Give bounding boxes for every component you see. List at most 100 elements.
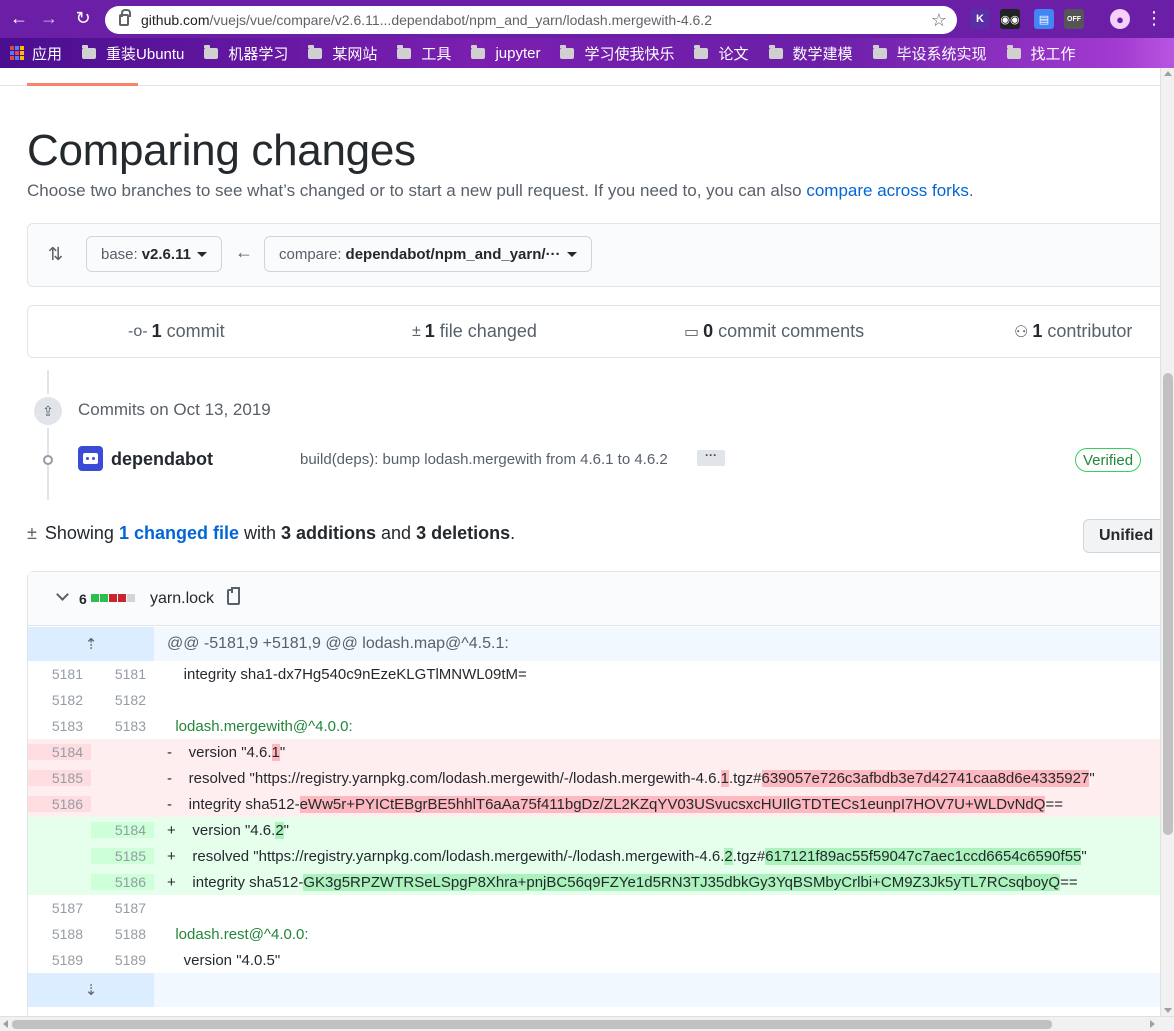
- bookmark-folder[interactable]: jupyter: [471, 43, 540, 64]
- old-line-number[interactable]: 5182: [28, 692, 91, 708]
- old-line-number[interactable]: 5184: [28, 744, 91, 760]
- code-text: version "4.6.: [175, 821, 276, 839]
- expand-up-icon[interactable]: ⇡: [28, 627, 154, 661]
- folder-icon: [308, 44, 323, 59]
- forward-icon[interactable]: →: [34, 8, 64, 29]
- scrollbar-thumb[interactable]: [1163, 373, 1173, 835]
- profile-icon[interactable]: ●: [1110, 9, 1130, 29]
- scroll-left-icon[interactable]: [3, 1020, 8, 1028]
- bookmark-folder[interactable]: 某网站: [308, 43, 377, 64]
- files-changed-tab[interactable]: ±1 file changed: [412, 321, 537, 342]
- context-line: 5188 5188 lodash.rest@^4.0.0:: [28, 921, 1160, 947]
- commit-message-link[interactable]: build(deps): bump lodash.mergewith from …: [300, 451, 668, 468]
- lock-icon: [119, 9, 131, 26]
- page-title: Comparing changes: [27, 126, 416, 175]
- contributors-tab[interactable]: ⚇ 1 contributor: [1014, 321, 1132, 342]
- old-line-number[interactable]: 5183: [28, 718, 91, 734]
- old-line-number[interactable]: 5189: [28, 952, 91, 968]
- code-text: ": [1089, 769, 1095, 787]
- commits-tab[interactable]: -o- 1 commit: [128, 321, 225, 342]
- bookmark-folder[interactable]: 重装Ubuntu: [82, 43, 184, 64]
- expand-commit-button[interactable]: ···: [697, 449, 725, 466]
- glasses-icon[interactable]: ◉◉: [1000, 9, 1020, 29]
- verified-badge[interactable]: Verified: [1075, 448, 1142, 472]
- base-branch-button[interactable]: base: v2.6.11: [86, 236, 222, 272]
- scroll-up-icon[interactable]: [1164, 71, 1172, 76]
- bookmark-folder[interactable]: 学习使我快乐: [560, 43, 674, 64]
- bookmark-folder[interactable]: 工具: [397, 43, 451, 64]
- new-line-number[interactable]: 5186: [91, 874, 154, 890]
- old-line-number[interactable]: 5181: [28, 666, 91, 682]
- new-line-number[interactable]: 5187: [91, 900, 154, 916]
- new-line-number[interactable]: 5185: [91, 848, 154, 864]
- reload-icon[interactable]: ↻: [68, 8, 98, 29]
- scrollbar-thumb[interactable]: [12, 1020, 1052, 1029]
- dependabot-avatar[interactable]: [78, 446, 103, 471]
- old-line-number[interactable]: 5185: [28, 770, 91, 786]
- horizontal-scrollbar[interactable]: [0, 1016, 1174, 1031]
- scroll-down-icon[interactable]: [1164, 1008, 1172, 1013]
- context-line: 5189 5189 version "4.0.5": [28, 947, 1160, 973]
- subtitle-text: Choose two branches to see what’s change…: [27, 181, 807, 200]
- k-icon[interactable]: K: [970, 9, 990, 29]
- diffstat-block: [118, 594, 126, 602]
- new-line-number[interactable]: 5184: [91, 822, 154, 838]
- unified-view-button[interactable]: Unified: [1083, 519, 1160, 553]
- chevron-down-icon[interactable]: [56, 588, 69, 601]
- bookmark-folder[interactable]: 机器学习: [204, 43, 288, 64]
- bookmark-folder[interactable]: 论文: [694, 43, 749, 64]
- new-line-number[interactable]: 5189: [91, 952, 154, 968]
- bookmark-folder[interactable]: 找工作: [1006, 43, 1076, 64]
- bookmarks-bar: 应用 重装Ubuntu 机器学习 某网站 工具 jupyter 学习使我快乐 论文 数学建模 毕…: [0, 38, 1174, 68]
- bookmark-label: 应用: [32, 45, 63, 63]
- file-name-link[interactable]: yarn.lock: [150, 590, 214, 608]
- bookmark-folder[interactable]: 毕设系统实现: [872, 43, 987, 64]
- code-line: + resolved "https://registry.yarnpkg.com…: [154, 847, 1160, 865]
- old-line-number[interactable]: 5188: [28, 926, 91, 942]
- showing-label: Showing: [44, 523, 114, 543]
- bookmark-star-icon[interactable]: ☆: [931, 10, 947, 31]
- old-line-number[interactable]: 5187: [28, 900, 91, 916]
- menu-icon[interactable]: ⋮: [1145, 8, 1163, 29]
- off-icon[interactable]: OFF: [1064, 9, 1084, 29]
- folder-icon: [1006, 44, 1021, 59]
- changed-files-link[interactable]: 1 changed file: [119, 523, 239, 544]
- folder-icon: [471, 44, 486, 59]
- back-icon[interactable]: ←: [4, 8, 34, 29]
- compare-across-forks-link[interactable]: compare across forks: [806, 181, 969, 200]
- compare-branch-button[interactable]: compare: dependabot/npm_and_yarn/···: [264, 236, 592, 272]
- new-line-number[interactable]: 5181: [91, 666, 154, 682]
- bookmark-apps[interactable]: 应用: [10, 43, 62, 64]
- code-text: integrity sha512-: [172, 795, 300, 813]
- bookmark-folder[interactable]: 数学建模: [768, 43, 853, 64]
- bookmark-label: 某网站: [332, 45, 378, 63]
- apps-icon: [10, 46, 24, 60]
- code-text: integrity sha1-dx7Hg540c9nEzeKLGTlMNWL09…: [167, 665, 527, 683]
- bookmark-label: 机器学习: [228, 45, 289, 63]
- changed-chars: 1: [271, 743, 280, 761]
- caret-down-icon: [566, 251, 577, 257]
- old-line-number[interactable]: 5186: [28, 796, 91, 812]
- commits-count: 1: [151, 321, 162, 341]
- nav-divider: [0, 85, 1160, 86]
- new-line-number[interactable]: 5183: [91, 718, 154, 734]
- scroll-right-icon[interactable]: [1150, 1020, 1155, 1028]
- code-text: resolved "https://registry.yarnpkg.com/l…: [175, 847, 725, 865]
- vertical-scrollbar[interactable]: [1160, 68, 1174, 1016]
- copy-path-icon[interactable]: [227, 587, 240, 605]
- deleted-line: 5186 - integrity sha512-eWw5r+PYICtEBgrBE…: [28, 791, 1160, 817]
- page-icon[interactable]: ▤: [1034, 9, 1054, 29]
- new-line-number[interactable]: 5182: [91, 692, 154, 708]
- folder-icon: [82, 44, 97, 59]
- code-line: lodash.mergewith@^4.0.0:: [154, 718, 1160, 735]
- code-text: version "4.0.5": [167, 951, 281, 969]
- new-line-number[interactable]: 5188: [91, 926, 154, 942]
- diff-sign: +: [167, 821, 176, 839]
- commit-author[interactable]: dependabot: [111, 449, 213, 470]
- comments-tab[interactable]: ▭ 0 commit comments: [684, 321, 864, 342]
- code-text: lodash.rest@^4.0.0:: [167, 925, 309, 943]
- address-bar[interactable]: github.com/vuejs/vue/compare/v2.6.11...d…: [105, 6, 957, 34]
- code-line: - resolved "https://registry.yarnpkg.com…: [154, 769, 1160, 787]
- expand-down-icon[interactable]: ⇣: [28, 973, 154, 1007]
- diffstat-block: [91, 594, 99, 602]
